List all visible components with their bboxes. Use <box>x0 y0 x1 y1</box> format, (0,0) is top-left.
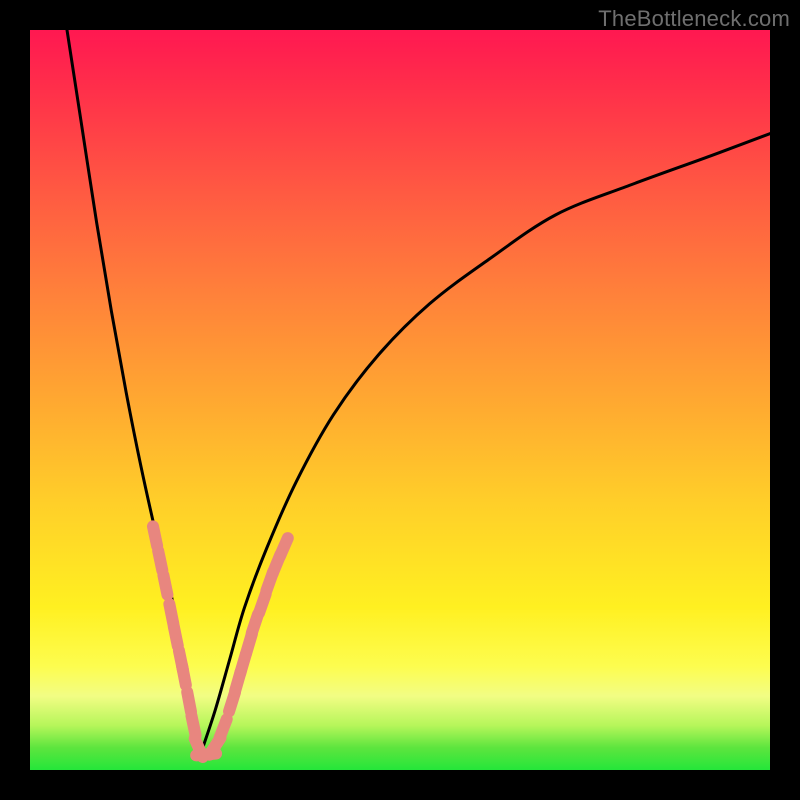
marker-dash <box>220 719 227 738</box>
marker-dash <box>191 716 195 736</box>
plot-area <box>30 30 770 770</box>
marker-dash <box>163 575 167 595</box>
marker-dash <box>259 594 266 613</box>
marker-dash <box>182 665 186 685</box>
chart-frame: TheBottleneck.com <box>0 0 800 800</box>
curve-right-curve <box>200 134 770 756</box>
marker-dash <box>158 551 162 571</box>
marker-dash <box>280 538 288 556</box>
watermark-text: TheBottleneck.com <box>598 6 790 32</box>
marker-dash <box>187 692 191 712</box>
marker-dash <box>174 626 178 646</box>
marker-dash <box>153 526 157 546</box>
chart-svg <box>30 30 770 770</box>
marker-layer <box>153 526 288 757</box>
